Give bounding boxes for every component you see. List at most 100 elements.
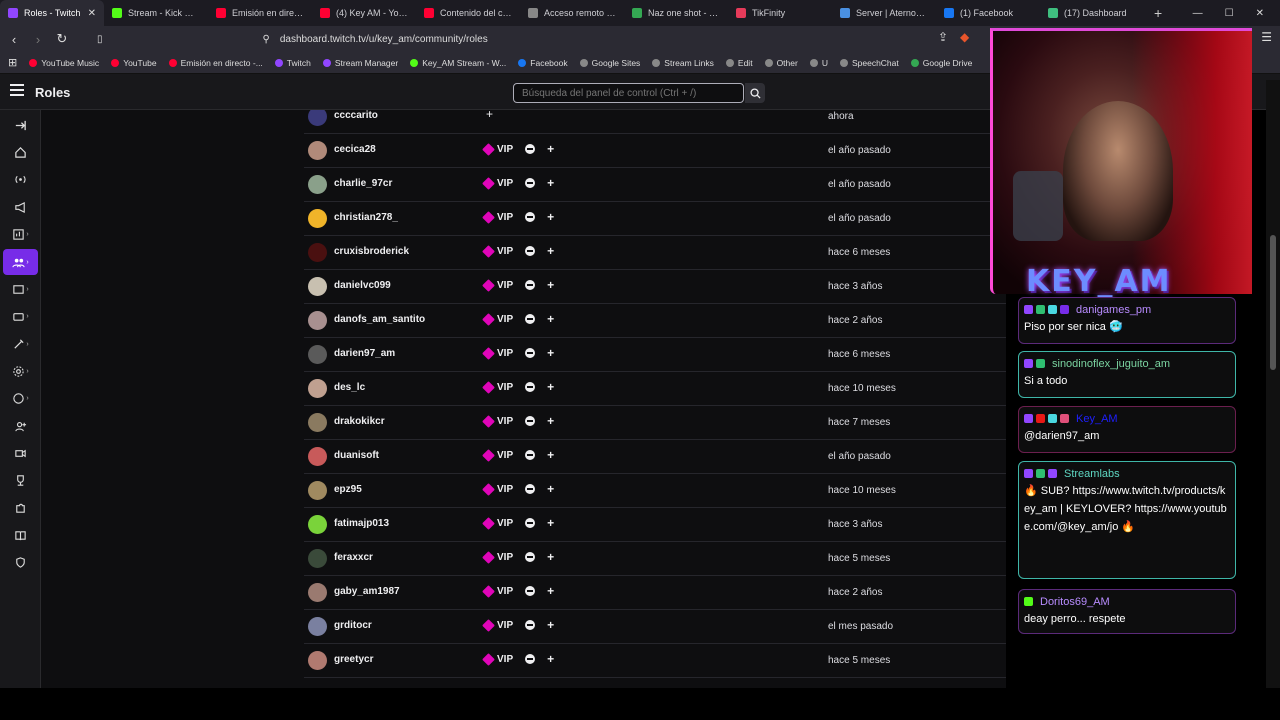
forward-icon[interactable]: ›: [28, 32, 48, 47]
browser-tab[interactable]: Server | Aternos | Fr: [832, 0, 936, 26]
add-role-button[interactable]: +: [547, 550, 554, 564]
avatar[interactable]: [308, 175, 327, 194]
username-link[interactable]: danofs_am_santito: [334, 314, 425, 325]
add-role-button[interactable]: +: [547, 176, 554, 190]
add-role-button[interactable]: +: [547, 584, 554, 598]
close-tab-icon[interactable]: ✕: [88, 8, 96, 19]
bookmark-item[interactable]: U: [809, 58, 828, 68]
username-link[interactable]: grditocr: [334, 620, 372, 631]
sidebar-item-docs[interactable]: [3, 522, 38, 548]
avatar[interactable]: [308, 583, 327, 602]
username-link[interactable]: feraxxcr: [334, 552, 373, 563]
avatar[interactable]: [308, 311, 327, 330]
bookmark-item[interactable]: Facebook: [518, 58, 568, 68]
remove-role-button[interactable]: [525, 416, 536, 426]
sidebar-item-insights[interactable]: ›: [3, 221, 38, 247]
add-role-button[interactable]: +: [547, 210, 554, 224]
minimize-icon[interactable]: —: [1193, 8, 1203, 19]
sidebar-item-video[interactable]: [3, 440, 38, 466]
remove-role-button[interactable]: [525, 382, 536, 392]
sidebar-item-stream[interactable]: [3, 166, 38, 192]
scrollbar-thumb[interactable]: [1270, 235, 1276, 370]
sidebar-item-monetization[interactable]: ›: [3, 303, 38, 329]
add-role-button[interactable]: +: [547, 618, 554, 632]
remove-role-button[interactable]: [525, 518, 536, 528]
url-text[interactable]: dashboard.twitch.tv/u/key_am/community/r…: [280, 34, 488, 45]
add-role-button[interactable]: +: [547, 380, 554, 394]
add-role-button[interactable]: +: [547, 516, 554, 530]
hamburger-menu-icon[interactable]: [10, 84, 24, 98]
username-link[interactable]: christian278_: [334, 212, 398, 223]
remove-role-button[interactable]: [525, 178, 536, 188]
add-role-button[interactable]: +: [547, 346, 554, 360]
avatar[interactable]: [308, 413, 327, 432]
browser-tab[interactable]: Stream - Kick Dashb: [104, 0, 208, 26]
browser-tab[interactable]: TikFinity: [728, 0, 832, 26]
add-role-button[interactable]: +: [547, 482, 554, 496]
maximize-icon[interactable]: ☐: [1225, 8, 1234, 19]
browser-tab[interactable]: Naz one shot - Goo: [624, 0, 728, 26]
add-role-button[interactable]: +: [547, 142, 554, 156]
extension-icon[interactable]: ◆: [960, 30, 969, 44]
new-tab-icon[interactable]: +: [1144, 5, 1172, 21]
apps-grid-icon[interactable]: ⊞: [8, 56, 17, 69]
remove-role-button[interactable]: [525, 552, 536, 562]
bookmark-item[interactable]: Stream Manager: [322, 58, 398, 68]
add-role-button[interactable]: +: [547, 244, 554, 258]
sidebar-item-home[interactable]: [3, 139, 38, 165]
remove-role-button[interactable]: [525, 144, 536, 154]
browser-tab[interactable]: Acceso remoto - Es: [520, 0, 624, 26]
remove-role-button[interactable]: [525, 484, 536, 494]
bookmark-item[interactable]: Stream Links: [652, 58, 714, 68]
bookmark-item[interactable]: Google Sites: [579, 58, 640, 68]
username-link[interactable]: fatimajp013: [334, 518, 389, 529]
avatar[interactable]: [308, 141, 327, 160]
sidebar-item-creator-tools[interactable]: ›: [3, 331, 38, 357]
close-window-icon[interactable]: ✕: [1256, 8, 1264, 19]
browser-tab[interactable]: (1) Facebook: [936, 0, 1040, 26]
search-button[interactable]: [745, 83, 765, 103]
sidebar-item-promote[interactable]: [3, 194, 38, 220]
bookmark-item[interactable]: Edit: [725, 58, 753, 68]
avatar[interactable]: [308, 515, 327, 534]
bookmark-item[interactable]: Key_AM Stream - W...: [410, 58, 506, 68]
collapse-sidebar-button[interactable]: [3, 112, 38, 138]
bookmark-item[interactable]: Twitch: [274, 58, 311, 68]
username-link[interactable]: cruxisbroderick: [334, 246, 409, 257]
sidebar-item-achievements[interactable]: [3, 467, 38, 493]
reload-icon[interactable]: ↻: [52, 31, 72, 47]
remove-role-button[interactable]: [525, 212, 536, 222]
username-link[interactable]: des_lc: [334, 382, 365, 393]
sidebar-item-settings[interactable]: ›: [3, 358, 38, 384]
remove-role-button[interactable]: [525, 314, 536, 324]
remove-role-button[interactable]: [525, 586, 536, 596]
add-role-button[interactable]: +: [547, 312, 554, 326]
username-link[interactable]: cecica28: [334, 144, 376, 155]
browser-tab[interactable]: Roles - Twitch ✕: [0, 0, 104, 26]
add-role-button[interactable]: +: [547, 278, 554, 292]
page-scrollbar[interactable]: [1266, 80, 1280, 688]
avatar[interactable]: [308, 110, 327, 126]
bookmark-item[interactable]: Google Drive: [910, 58, 972, 68]
browser-tab[interactable]: Contenido del cana: [416, 0, 520, 26]
username-link[interactable]: danielvc099: [334, 280, 391, 291]
bookmark-star-icon[interactable]: ▯: [97, 34, 103, 45]
remove-role-button[interactable]: [525, 450, 536, 460]
back-icon[interactable]: ‹: [4, 32, 24, 47]
url-field[interactable]: ▯ ⚲ dashboard.twitch.tv/u/key_am/communi…: [97, 34, 488, 45]
add-role-button[interactable]: +: [547, 448, 554, 462]
remove-role-button[interactable]: [525, 348, 536, 358]
browser-tab[interactable]: (17) Dashboard: [1040, 0, 1144, 26]
share-icon[interactable]: ⇪: [938, 30, 948, 44]
add-role-button[interactable]: +: [547, 652, 554, 666]
avatar[interactable]: [308, 481, 327, 500]
add-role-button[interactable]: +: [486, 110, 493, 121]
avatar[interactable]: [308, 617, 327, 636]
username-link[interactable]: darien97_am: [334, 348, 395, 359]
dashboard-search-input[interactable]: [513, 83, 744, 103]
sidebar-item-safety[interactable]: [3, 549, 38, 575]
avatar[interactable]: [308, 209, 327, 228]
remove-role-button[interactable]: [525, 280, 536, 290]
bookmark-item[interactable]: YouTube Music: [29, 58, 99, 68]
avatar[interactable]: [308, 345, 327, 364]
